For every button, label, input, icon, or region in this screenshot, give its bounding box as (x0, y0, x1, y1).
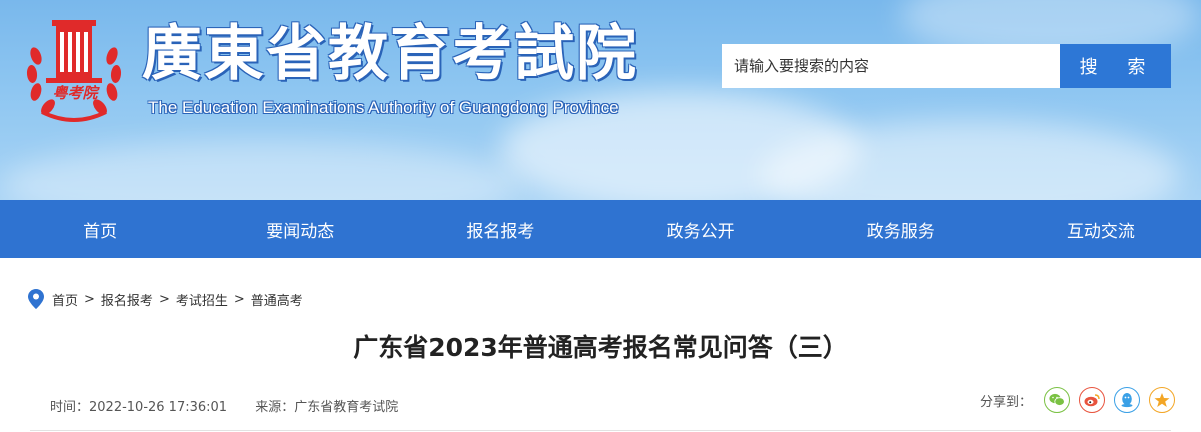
nav-item-government-affairs[interactable]: 政务公开 (601, 200, 801, 258)
emblem-logo-icon[interactable] (22, 16, 126, 126)
wechat-share-button[interactable] (1044, 387, 1071, 413)
nav-item-news[interactable]: 要闻动态 (200, 200, 400, 258)
breadcrumb: 首页 > 报名报考 > 考试招生 > 普通高考 (28, 289, 303, 309)
share-label: 分享到： (980, 394, 1033, 410)
search-button[interactable]: 搜 索 (1060, 44, 1171, 88)
main-nav: 首页 要闻动态 报名报考 政务公开 政务服务 互动交流 (0, 200, 1201, 258)
cloud-decoration (0, 140, 520, 200)
breadcrumb-gaokao[interactable]: 普通高考 (251, 290, 303, 309)
site-title-cn[interactable]: 廣東省教育考試院 (142, 18, 638, 90)
qq-icon (1121, 393, 1133, 408)
breadcrumb-separator: > (84, 291, 95, 307)
weibo-share-button[interactable] (1079, 387, 1106, 413)
nav-item-government-services[interactable]: 政务服务 (801, 200, 1001, 258)
breadcrumb-home[interactable]: 首页 (52, 290, 78, 309)
site-header: 粤考院 廣東省教育考試院 The Education Examinations … (0, 0, 1201, 200)
qzone-star-icon (1154, 393, 1170, 407)
search-input[interactable] (722, 44, 1060, 88)
qq-share-button[interactable] (1114, 387, 1141, 413)
breadcrumb-registration[interactable]: 报名报考 (101, 290, 153, 309)
article-source: 来源：广东省教育考试院 (255, 400, 399, 415)
wechat-icon (1049, 393, 1065, 406)
qzone-share-button[interactable] (1149, 387, 1176, 413)
site-title-en: The Education Examinations Authority of … (148, 98, 619, 117)
nav-item-home[interactable]: 首页 (0, 200, 200, 258)
location-pin-icon (28, 289, 44, 309)
breadcrumb-separator: > (158, 291, 170, 307)
content-divider (30, 430, 1171, 431)
article-title: 广东省2023年普通高考报名常见问答（三） (353, 333, 848, 362)
nav-item-interaction[interactable]: 互动交流 (1001, 200, 1201, 258)
weibo-icon (1084, 394, 1100, 407)
nav-item-registration[interactable]: 报名报考 (400, 200, 600, 258)
article-meta: 时间：2022-10-26 17:36:01 来源：广东省教育考试院 (50, 396, 398, 415)
share-bar: 分享到： (980, 386, 1184, 414)
breadcrumb-separator: > (233, 291, 245, 307)
logo-script-text: 粤考院 (52, 84, 98, 102)
breadcrumb-exam-admission[interactable]: 考试招生 (176, 290, 228, 309)
publish-time: 时间：2022-10-26 17:36:01 (50, 400, 228, 415)
